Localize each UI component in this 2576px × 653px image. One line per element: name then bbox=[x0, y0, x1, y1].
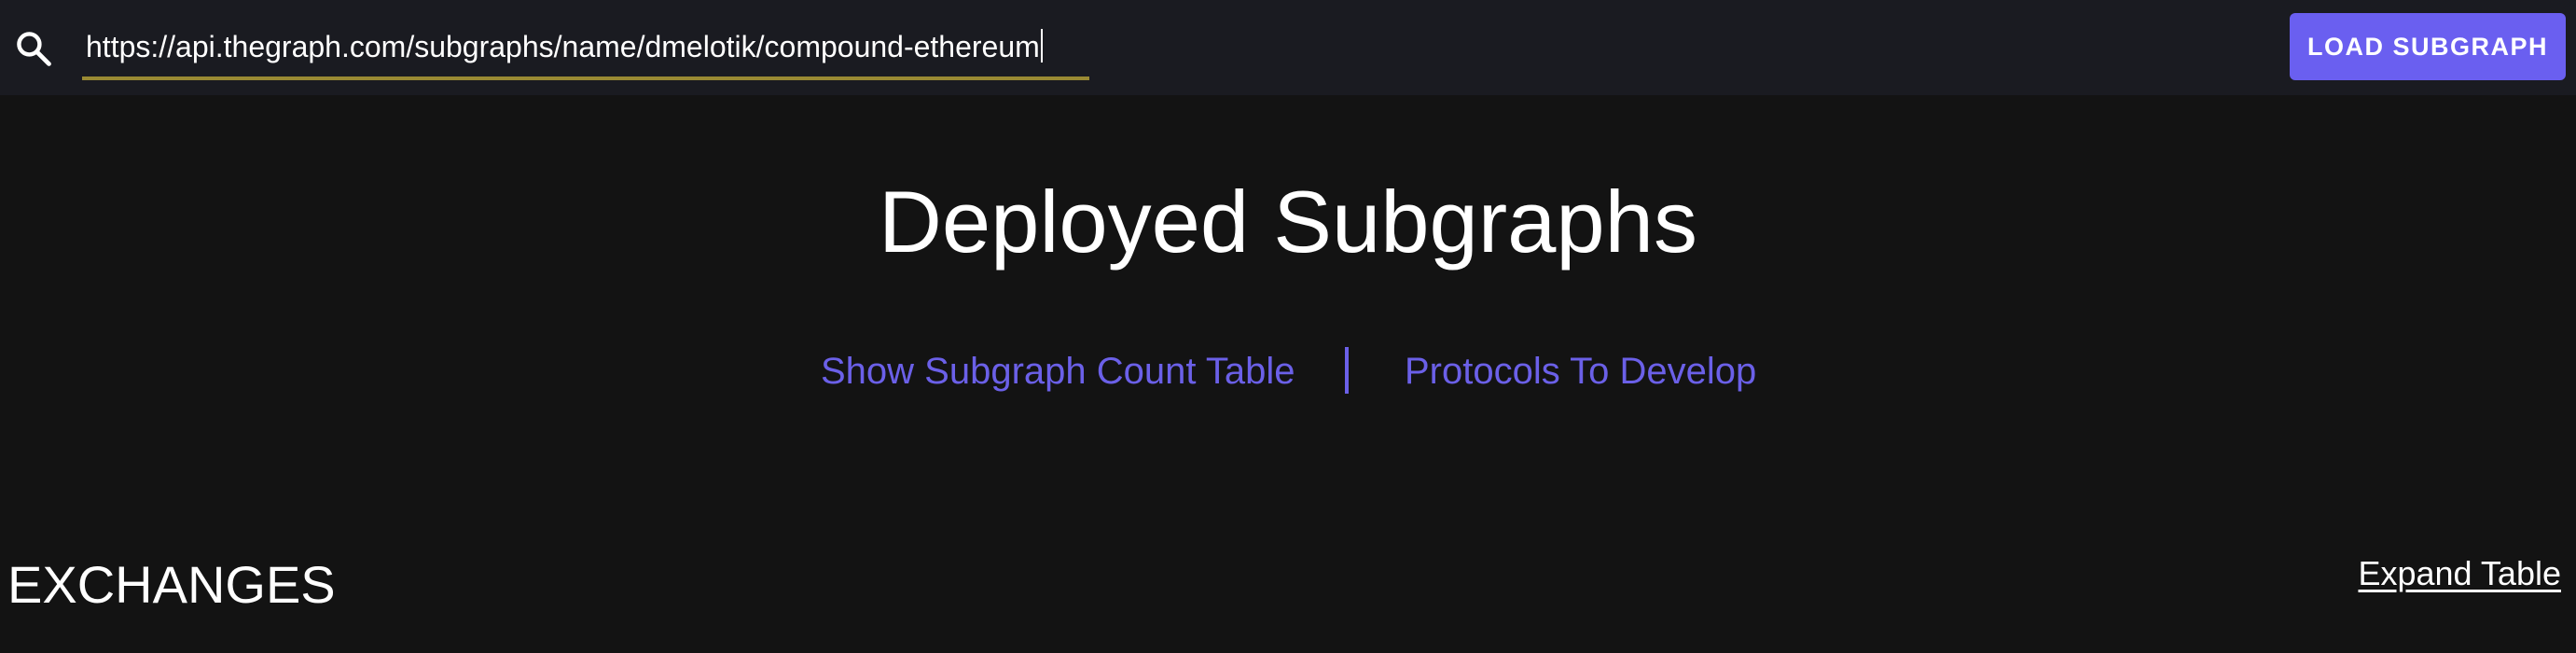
text-caret bbox=[1040, 29, 1043, 63]
top-bar: https://api.thegraph.com/subgraphs/name/… bbox=[0, 0, 2576, 95]
section-title-exchanges: EXCHANGES bbox=[7, 555, 336, 614]
expand-table-link[interactable]: Expand Table bbox=[2358, 552, 2561, 595]
protocols-to-develop-link[interactable]: Protocols To Develop bbox=[1405, 345, 1756, 397]
subgraph-url-value[interactable]: https://api.thegraph.com/subgraphs/name/… bbox=[86, 28, 1043, 65]
show-subgraph-count-table-link[interactable]: Show Subgraph Count Table bbox=[821, 345, 1295, 397]
page-title: Deployed Subgraphs bbox=[879, 173, 1697, 271]
load-subgraph-button[interactable]: LOAD SUBGRAPH bbox=[2290, 13, 2566, 80]
subgraph-url-input[interactable]: https://api.thegraph.com/subgraphs/name/… bbox=[82, 15, 1089, 80]
search-icon bbox=[17, 32, 51, 66]
link-divider bbox=[1345, 347, 1349, 394]
